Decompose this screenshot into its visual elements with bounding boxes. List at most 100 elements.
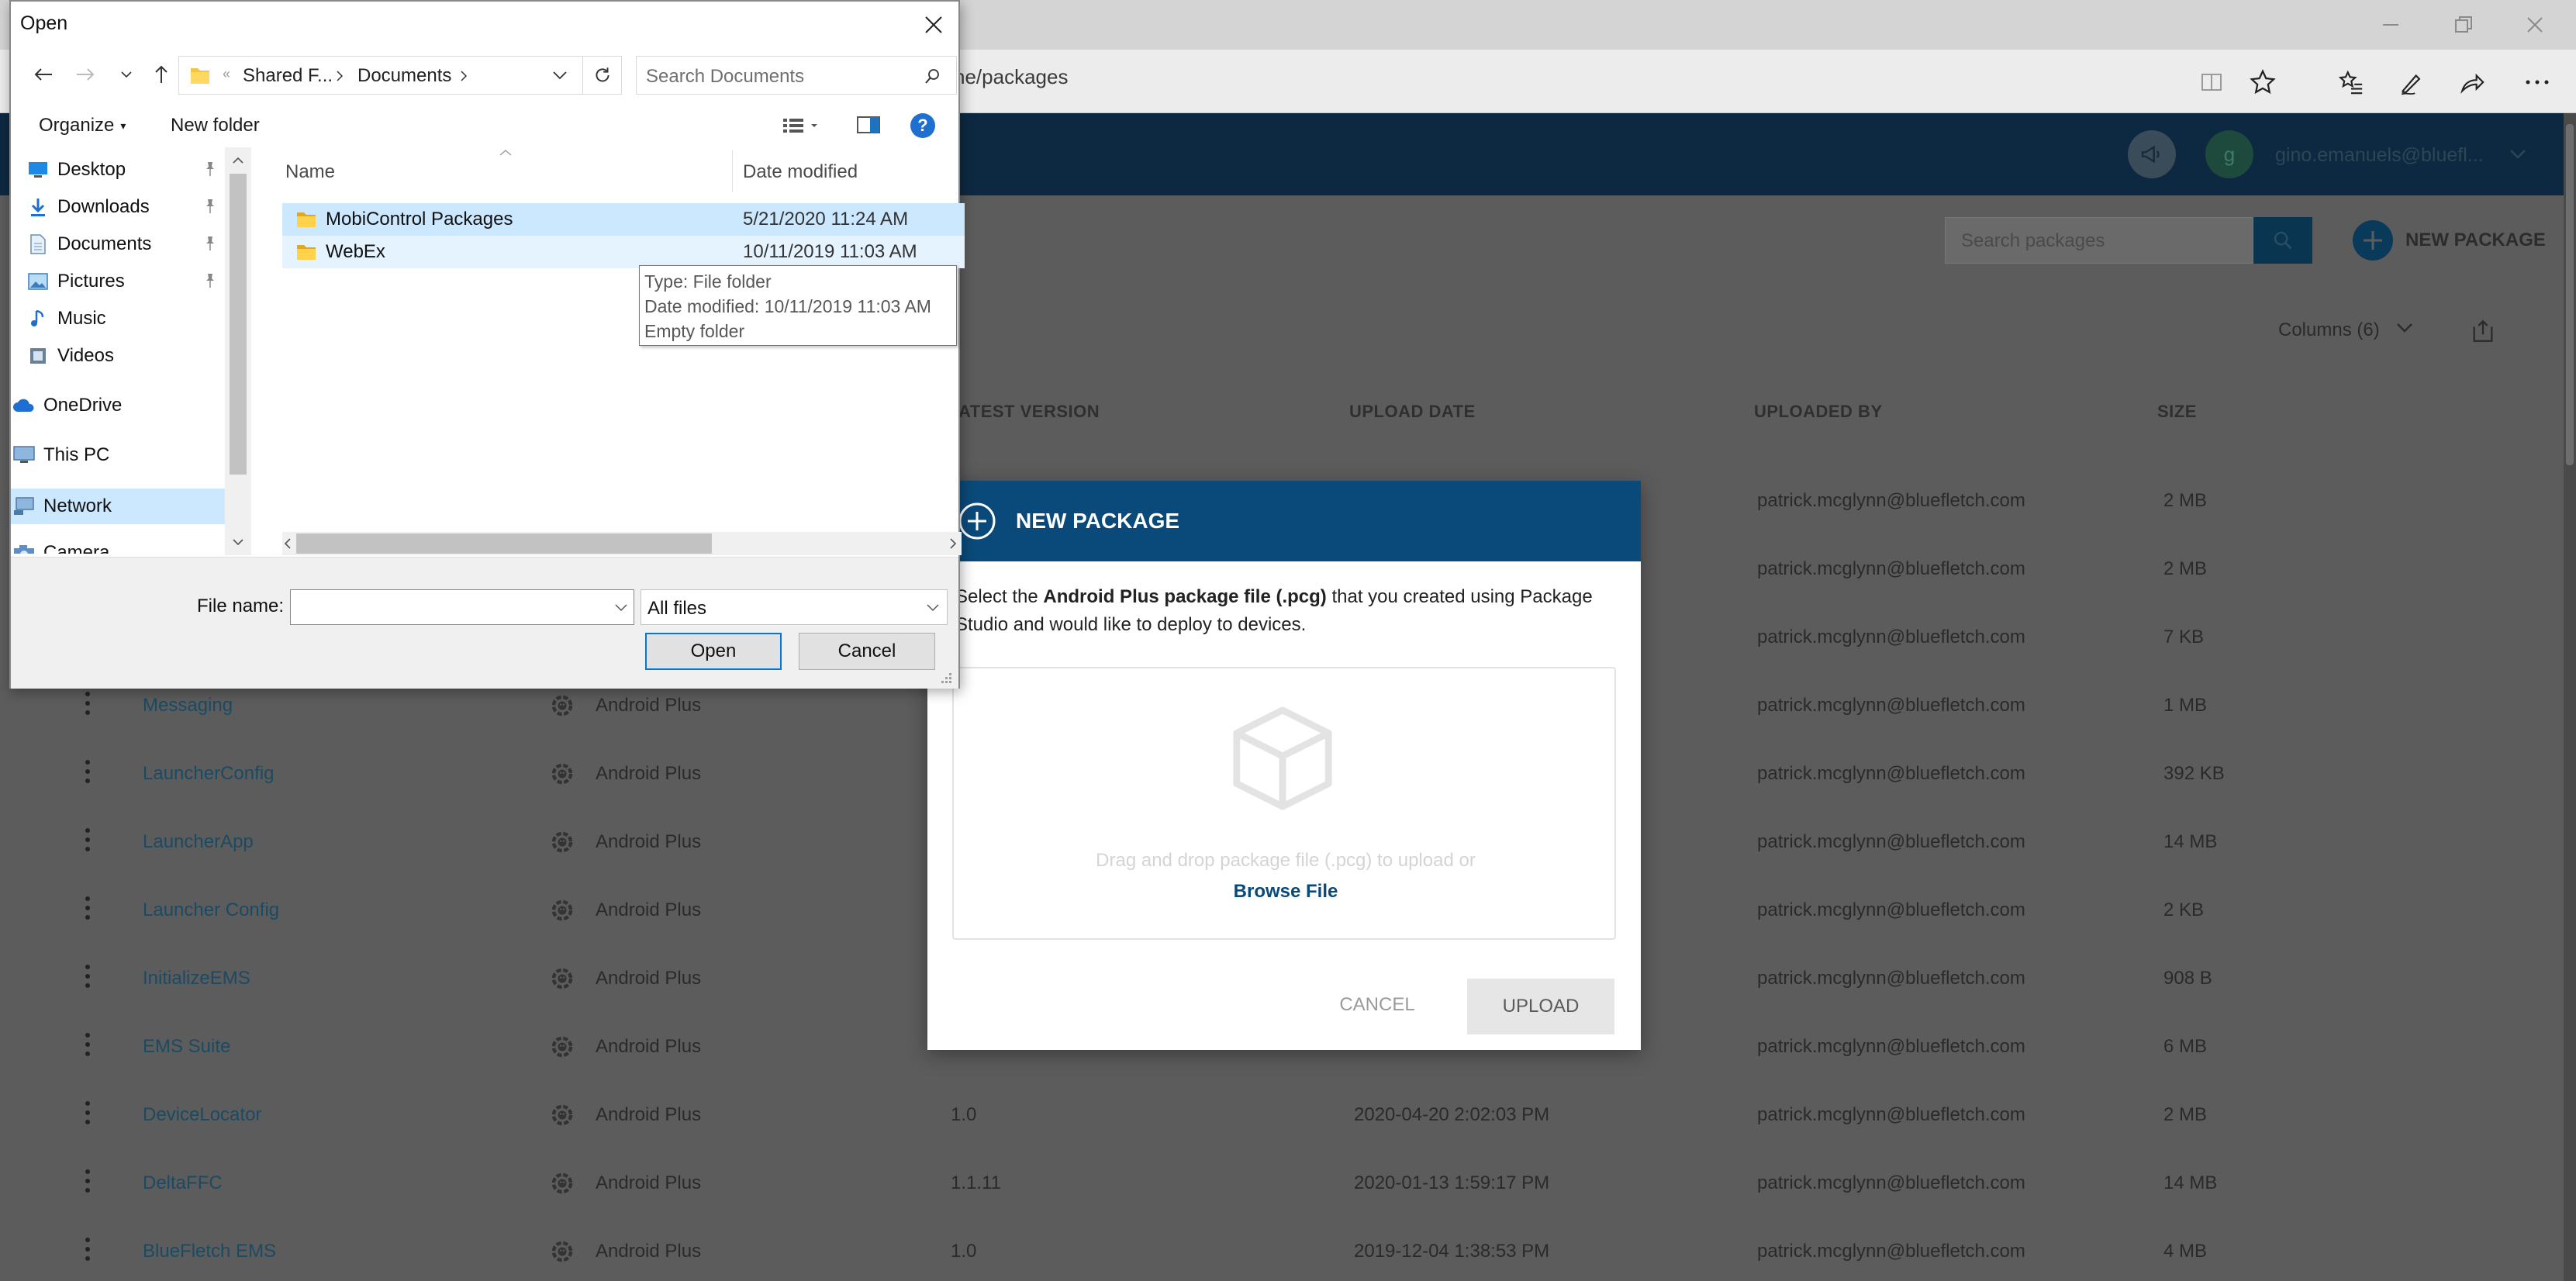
address-dropdown-icon — [553, 71, 567, 80]
breadcrumb[interactable]: « Shared F... Documents — [178, 56, 583, 95]
file-type-select[interactable]: All files — [641, 589, 948, 625]
refresh-icon[interactable] — [583, 56, 622, 95]
package-name-link[interactable]: LauncherConfig — [143, 763, 274, 785]
file-row-mobicontrol[interactable]: MobiControl Packages 5/21/2020 11:24 AM — [282, 203, 965, 236]
nav-item-onedrive[interactable]: OneDrive — [11, 388, 225, 423]
nav-item-desktop[interactable]: Desktop — [11, 152, 225, 188]
package-name-link[interactable]: Launcher Config — [143, 899, 279, 921]
new-package-button[interactable]: NEW PACKAGE — [2353, 220, 2546, 261]
recent-locations-chevron-icon[interactable] — [116, 57, 136, 92]
search-icon — [2274, 231, 2292, 250]
browse-file-link[interactable]: Browse File — [954, 881, 1618, 903]
nav-item-this-pc[interactable]: This PC — [11, 437, 225, 473]
organize-menu[interactable]: Organize ▾ — [39, 115, 126, 136]
uploaded-by-text: patrick.mcglynn@bluefletch.com — [1757, 1036, 2025, 1057]
open-button[interactable]: Open — [645, 633, 782, 670]
row-menu-icon[interactable] — [85, 760, 92, 783]
android-icon — [551, 1034, 574, 1059]
row-menu-icon[interactable] — [85, 692, 92, 715]
back-arrow-icon[interactable] — [28, 57, 59, 92]
row-menu-icon[interactable] — [85, 965, 92, 988]
file-dropzone[interactable]: Drag and drop package file (.pcg) to upl… — [952, 667, 1616, 940]
row-menu-icon[interactable] — [85, 828, 92, 851]
page-scrollbar-thumb[interactable] — [2566, 124, 2574, 465]
favorites-hub-icon[interactable] — [2334, 65, 2368, 99]
dialog-close-icon[interactable] — [917, 8, 951, 42]
view-options-icon[interactable] — [782, 115, 820, 135]
modal-title: NEW PACKAGE — [1016, 509, 1180, 533]
breadcrumb-documents[interactable]: Documents — [357, 65, 451, 87]
nav-item-videos[interactable]: Videos — [11, 338, 225, 374]
row-menu-icon[interactable] — [85, 1101, 92, 1124]
col-upload-date[interactable]: UPLOAD DATE — [1349, 402, 1476, 422]
package-name-link[interactable]: DeltaFFC — [143, 1172, 223, 1194]
package-name-link[interactable]: LauncherApp — [143, 831, 254, 853]
preview-pane-icon[interactable] — [856, 115, 881, 135]
column-date-header[interactable]: Date modified — [743, 161, 858, 183]
search-packages-input[interactable]: Search packages — [1945, 217, 2253, 264]
pen-notes-icon[interactable] — [2395, 65, 2429, 99]
camera-icon — [12, 541, 36, 554]
row-menu-icon[interactable] — [85, 1238, 92, 1261]
more-menu-icon[interactable] — [2520, 65, 2554, 99]
file-list-hscrollbar-thumb[interactable] — [296, 533, 712, 554]
nav-item-camera[interactable]: Camera — [11, 535, 225, 554]
columns-selector[interactable]: Columns (6) — [2278, 319, 2380, 341]
new-folder-button[interactable]: New folder — [171, 115, 260, 136]
avatar[interactable]: g — [2205, 130, 2253, 178]
nav-item-pictures[interactable]: Pictures — [11, 264, 225, 299]
package-name-link[interactable]: Messaging — [143, 695, 233, 716]
share-icon[interactable] — [2455, 65, 2489, 99]
favorite-star-icon[interactable] — [2246, 65, 2280, 99]
close-window-icon[interactable] — [2498, 0, 2571, 50]
col-size[interactable]: SIZE — [2157, 402, 2197, 422]
folder-icon — [297, 245, 316, 260]
nav-item-label: Downloads — [57, 196, 150, 217]
pin-icon — [203, 273, 217, 288]
help-icon[interactable]: ? — [910, 113, 935, 138]
announcements-icon[interactable] — [2128, 130, 2176, 178]
up-arrow-icon[interactable] — [146, 57, 177, 92]
nav-scrollbar-thumb[interactable] — [230, 174, 247, 475]
col-latest-version[interactable]: ATEST VERSION — [958, 402, 1100, 422]
url-text[interactable]: ne/packages — [954, 65, 1068, 89]
column-separator[interactable] — [732, 150, 733, 192]
modal-cancel-button[interactable]: CANCEL — [1315, 979, 1439, 1031]
file-row-webex[interactable]: WebEx 10/11/2019 11:03 AM — [282, 236, 965, 268]
row-menu-icon[interactable] — [85, 896, 92, 920]
dialog-cancel-button[interactable]: Cancel — [799, 633, 935, 670]
file-name-input[interactable] — [290, 589, 634, 625]
row-menu-icon[interactable] — [85, 1169, 92, 1193]
upload-button[interactable]: UPLOAD — [1467, 979, 1614, 1034]
column-name-header[interactable]: Name — [285, 161, 335, 183]
restore-window-icon[interactable] — [2427, 0, 2500, 50]
modal-description: Select the Android Plus package file (.p… — [955, 586, 1593, 635]
search-documents-input[interactable]: Search Documents — [636, 56, 957, 95]
package-name-link[interactable]: DeviceLocator — [143, 1104, 261, 1126]
table-row[interactable] — [0, 1160, 2564, 1228]
chevron-down-icon[interactable] — [2509, 149, 2526, 160]
table-row[interactable] — [0, 1092, 2564, 1160]
android-icon — [551, 830, 574, 855]
reading-view-icon[interactable] — [2194, 65, 2229, 99]
network-icon — [12, 495, 36, 518]
package-name-link[interactable]: InitializeEMS — [143, 968, 250, 989]
user-email[interactable]: gino.emanuels@bluefl... — [2275, 144, 2484, 167]
forward-arrow-icon[interactable] — [70, 57, 101, 92]
nav-item-downloads[interactable]: Downloads — [11, 189, 225, 225]
columns-chevron-icon[interactable] — [2396, 323, 2413, 333]
search-button[interactable] — [2253, 217, 2312, 264]
export-icon[interactable] — [2469, 318, 2497, 344]
row-menu-icon[interactable] — [85, 1033, 92, 1056]
uploaded-by-text: patrick.mcglynn@bluefletch.com — [1757, 627, 2025, 647]
android-icon — [551, 761, 574, 786]
nav-item-network[interactable]: Network — [11, 489, 225, 524]
minimize-window-icon[interactable] — [2354, 0, 2427, 50]
nav-item-documents[interactable]: Documents — [11, 226, 225, 262]
package-name-link[interactable]: EMS Suite — [143, 1036, 230, 1058]
col-uploaded-by[interactable]: UPLOADED BY — [1754, 402, 1883, 422]
breadcrumb-shared[interactable]: Shared F... — [243, 65, 333, 87]
pin-icon — [203, 199, 217, 214]
package-name-link[interactable]: BlueFletch EMS — [143, 1241, 276, 1262]
nav-item-music[interactable]: Music — [11, 301, 225, 337]
